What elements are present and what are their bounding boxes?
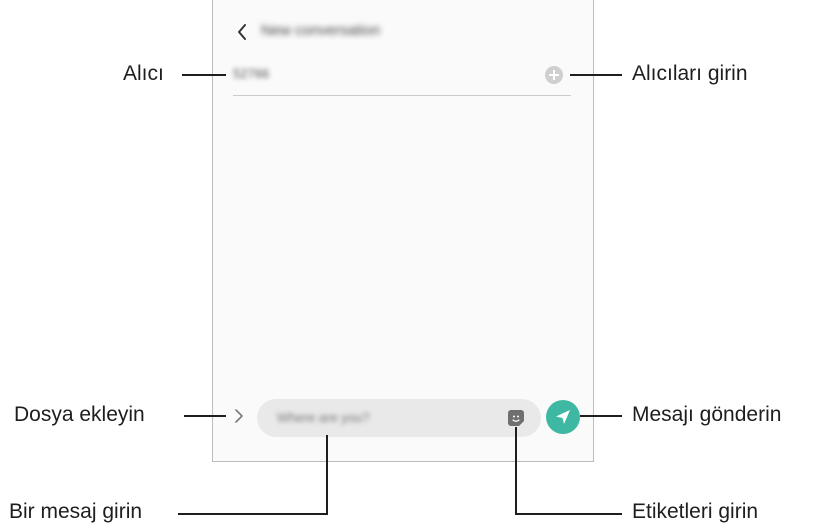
send-button[interactable] bbox=[546, 400, 580, 434]
callout-enter-recipients: Alıcıları girin bbox=[632, 62, 748, 85]
screen-title: New conversation bbox=[261, 22, 381, 39]
recipient-field[interactable]: 52766 bbox=[233, 66, 269, 81]
callout-line-enter-recipients bbox=[570, 74, 622, 76]
callout-enter-stickers: Etiketleri girin bbox=[632, 500, 759, 523]
callout-line-send-message bbox=[580, 415, 622, 417]
callout-line-attach-file bbox=[184, 415, 226, 417]
paper-plane-icon bbox=[556, 410, 570, 424]
message-placeholder: Where are you? bbox=[277, 410, 370, 425]
message-input[interactable]: Where are you? bbox=[257, 399, 541, 437]
callout-attach-file: Dosya ekleyin bbox=[14, 403, 145, 426]
callout-recipient: Alıcı bbox=[123, 62, 164, 85]
callout-line-enter-stickers-h bbox=[515, 513, 622, 515]
back-icon[interactable] bbox=[235, 22, 249, 42]
callout-enter-message: Bir mesaj girin bbox=[9, 500, 143, 523]
callout-line-recipient bbox=[182, 74, 226, 76]
sticker-icon[interactable] bbox=[508, 410, 524, 426]
attach-file-icon[interactable] bbox=[233, 407, 245, 425]
callout-line-enter-message-v bbox=[326, 435, 328, 515]
callout-line-enter-stickers-v bbox=[515, 427, 517, 515]
callout-send-message: Mesajı gönderin bbox=[632, 403, 782, 426]
phone-screen: New conversation 52766 Where are you? bbox=[212, 0, 594, 462]
add-recipient-icon[interactable] bbox=[545, 66, 563, 84]
recipient-divider bbox=[233, 95, 571, 96]
callout-line-enter-message-h bbox=[178, 513, 328, 515]
